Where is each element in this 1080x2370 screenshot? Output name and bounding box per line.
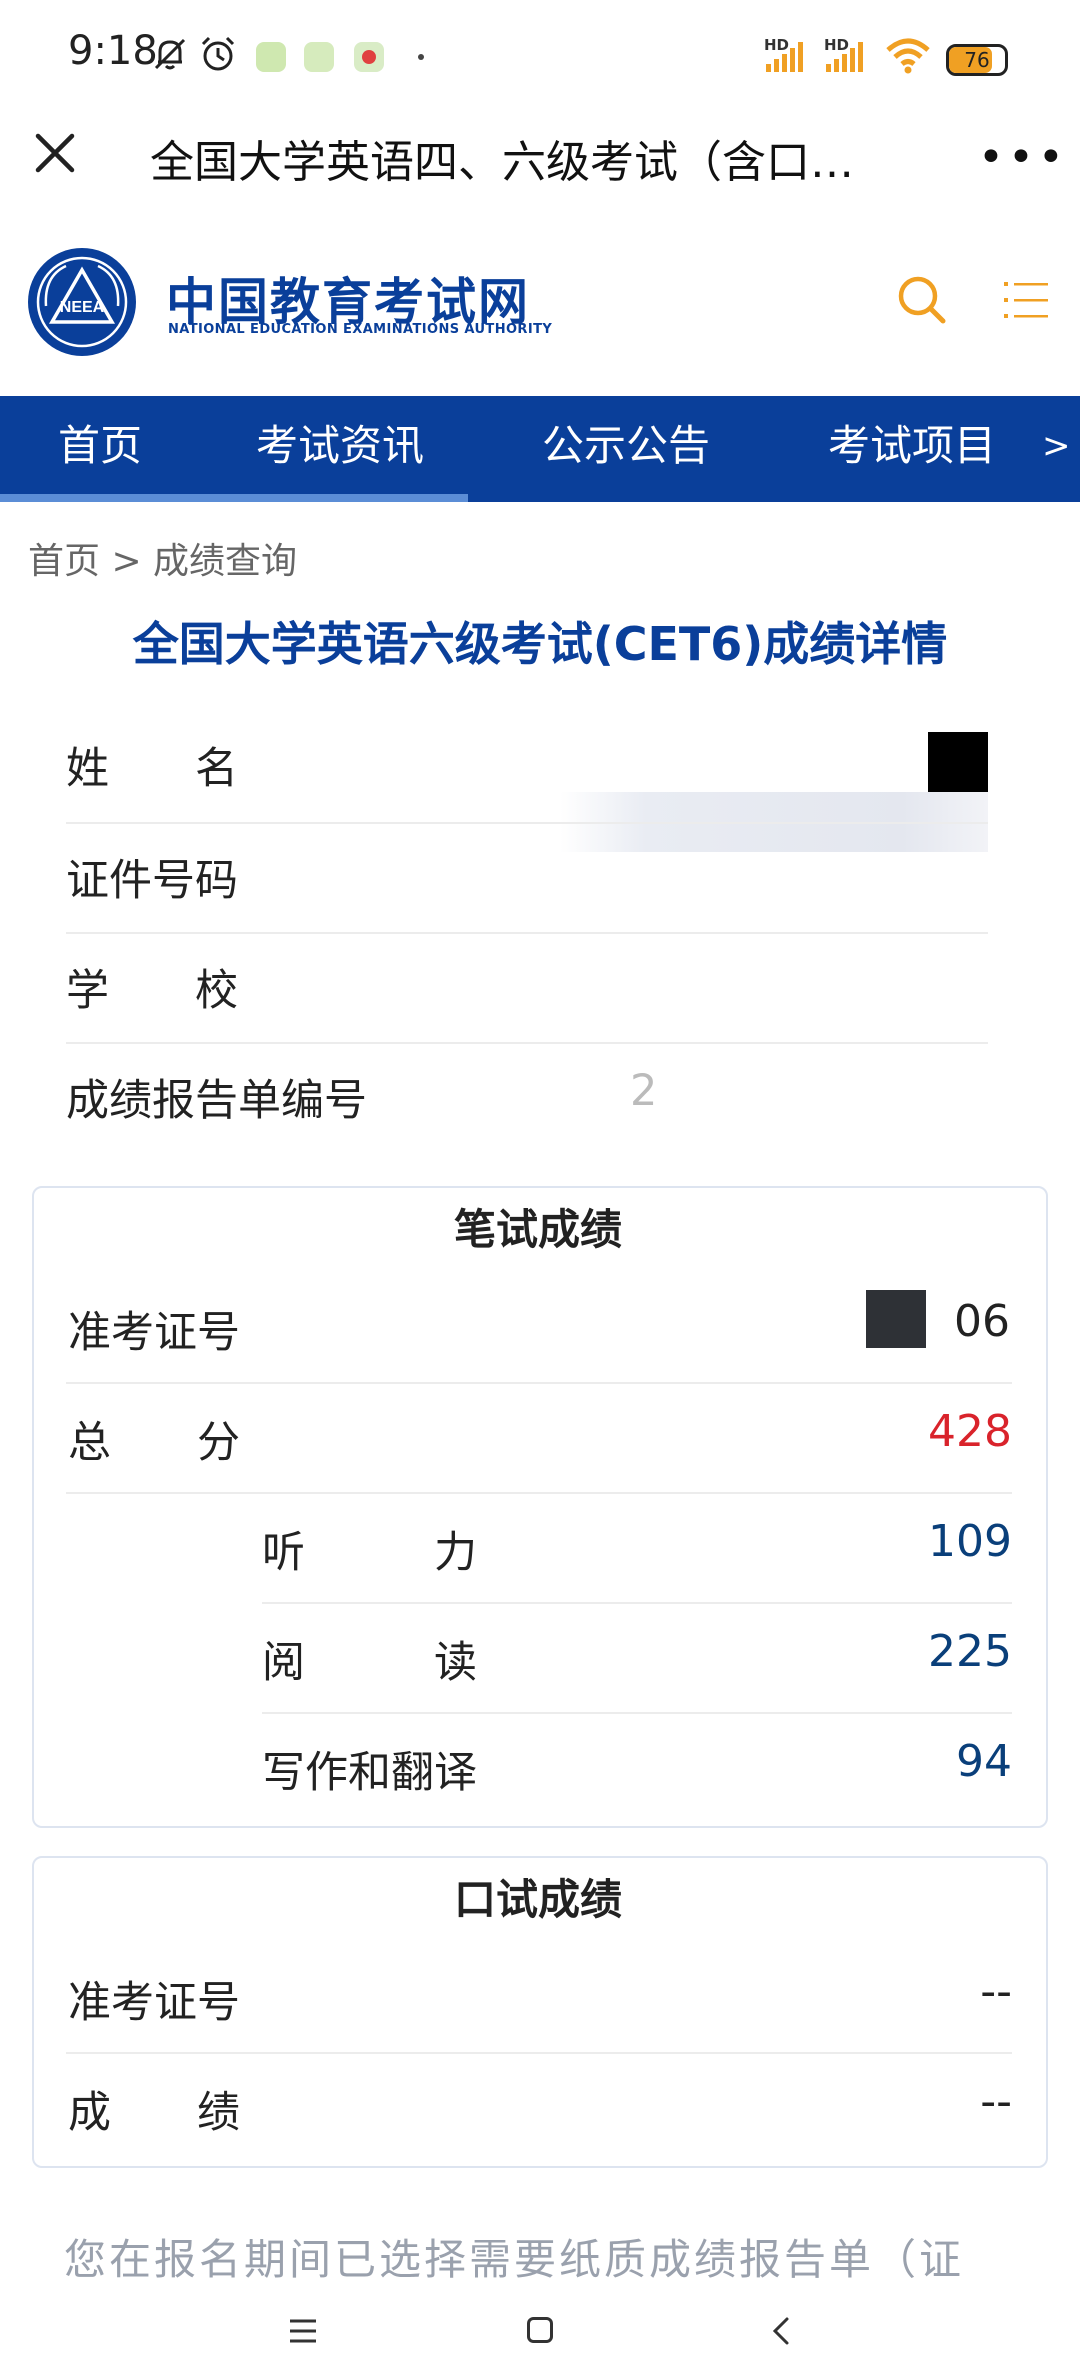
app-icon [354,42,384,72]
divider [66,1042,988,1044]
oral-admission-value: -- [980,1966,1012,2017]
written-score-title: 笔试成绩 [453,1205,622,1254]
listening-score: 109 [928,1516,1012,1567]
divider [66,822,988,824]
oral-score-title: 口试成绩 [453,1875,622,1924]
back-icon[interactable] [770,2316,792,2346]
notification-dot [418,54,424,60]
nav-item-news[interactable]: 考试资讯 [256,396,424,496]
close-icon[interactable] [30,128,80,178]
battery-icon: 76 [946,44,1008,76]
total-score-value: 428 [928,1406,1012,1457]
reading-label: 阅 读 [262,1638,477,1688]
breadcrumb[interactable]: 首页 > 成绩查询 [28,532,297,584]
signal-icon [766,42,803,72]
site-logo-subtitle: NATIONAL EDUCATION EXAMINATIONS AUTHORIT… [168,322,553,337]
school-label: 学 校 [66,966,238,1016]
divider [262,1602,1012,1604]
divider [66,932,988,934]
written-score-card [32,1186,1048,1828]
oral-score-value: -- [980,2076,1012,2127]
report-number-label: 成绩报告单编号 [66,1076,367,1126]
signal-icon [826,42,863,72]
app-title: 全国大学英语四、六级考试（含口… [150,137,854,188]
nav-more-arrow[interactable]: > [1042,396,1071,496]
name-label: 姓 名 [66,744,238,794]
recents-menu-icon[interactable] [288,2318,318,2344]
alarm-icon [201,36,235,71]
listening-label: 听 力 [262,1528,477,1578]
nav-item-exams[interactable]: 考试项目 [828,396,996,496]
nav-item-home[interactable]: 首页 [58,396,142,496]
nav-item-announcements[interactable]: 公示公告 [542,396,710,496]
neea-emblem-logo[interactable]: NEEA [26,246,138,358]
oral-admission-label: 准考证号 [68,1978,240,2028]
id-number-label: 证件号码 [66,856,238,906]
status-time: 9:18 [68,28,158,74]
app-icon [256,42,286,72]
writing-translation-score: 94 [956,1736,1012,1787]
reading-score: 225 [928,1626,1012,1677]
redacted-name [928,732,988,792]
admission-number-fragment: 06 [954,1296,1010,1347]
divider [66,1382,1012,1384]
bell-off-icon [154,38,186,70]
divider [262,1712,1012,1714]
emblem-text: NEEA [60,299,105,316]
more-icon[interactable]: ••• [978,132,1068,183]
oral-score-label: 成 绩 [68,2088,240,2138]
paper-report-notice: 您在报名期间已选择需要纸质成绩报告单（证 [64,2235,965,2284]
page-title: 全国大学英语六级考试(CET6)成绩详情 [132,617,948,671]
report-number-fragment: 2 [630,1066,658,1116]
total-score-label: 总 分 [68,1418,240,1468]
battery-level: 76 [964,48,990,72]
menu-icon[interactable] [1002,278,1050,322]
app-icon [304,42,334,72]
search-icon[interactable] [896,274,948,326]
admission-number-label: 准考证号 [68,1308,240,1358]
divider [66,1492,1012,1494]
wifi-icon [886,38,930,74]
divider [66,2052,1012,2054]
writing-translation-label: 写作和翻译 [262,1748,477,1798]
redacted-admission [866,1290,926,1348]
home-button-icon[interactable] [526,2316,554,2344]
